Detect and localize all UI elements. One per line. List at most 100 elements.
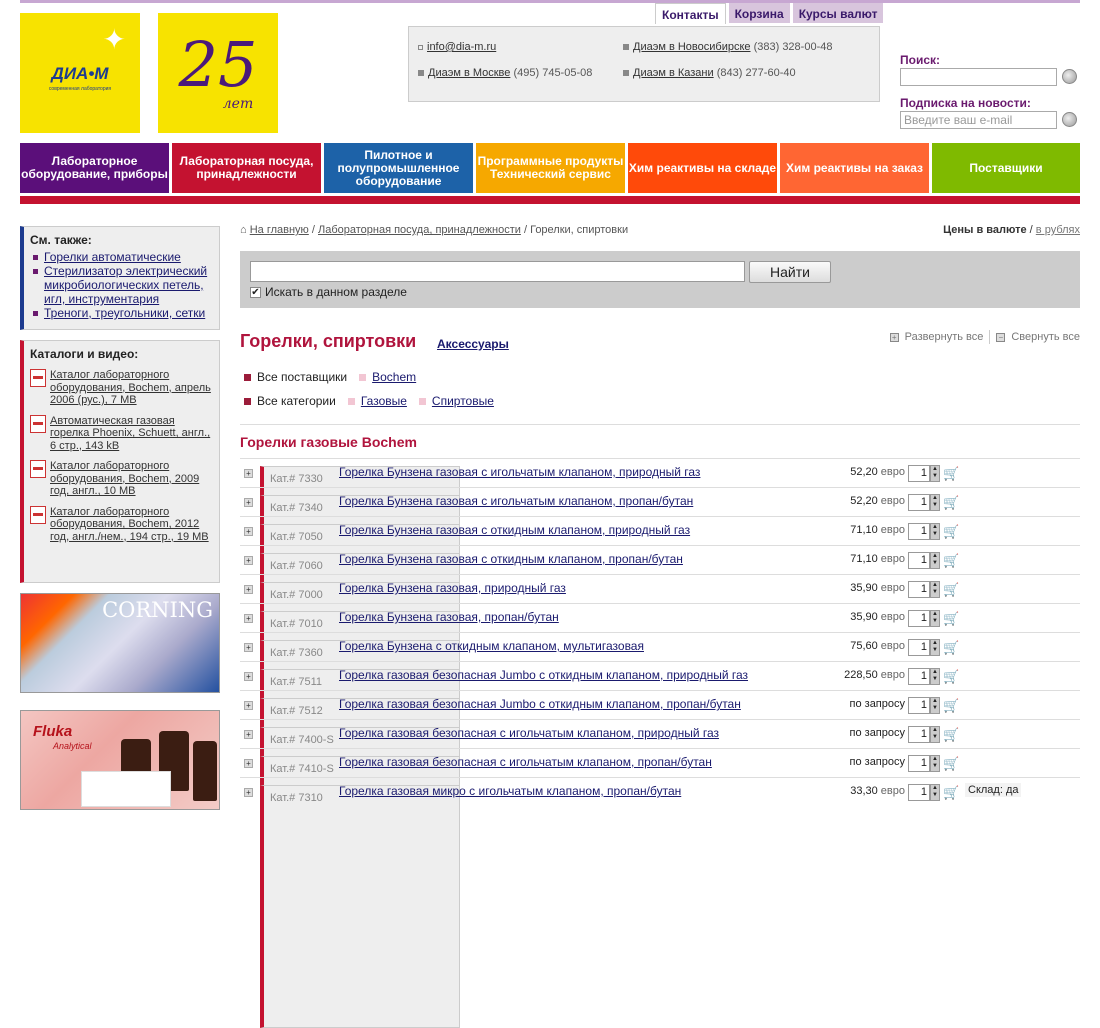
product-link[interactable]: Горелка газовая безопасная Jumbo с откид… bbox=[339, 668, 748, 682]
tab-cart[interactable]: Корзина bbox=[728, 3, 790, 23]
quantity-stepper[interactable]: ▲ ▼ bbox=[930, 552, 940, 569]
add-to-cart-icon[interactable]: 🛒 bbox=[943, 756, 959, 772]
quantity-stepper[interactable]: ▲ ▼ bbox=[930, 697, 940, 714]
quantity-input[interactable]: 1 bbox=[908, 523, 930, 540]
add-to-cart-icon[interactable]: 🛒 bbox=[943, 553, 959, 569]
tab-contacts[interactable]: Контакты bbox=[655, 3, 726, 24]
quantity-stepper[interactable]: ▲ ▼ bbox=[930, 726, 940, 743]
nav-reagents-stock[interactable]: Хим реактивы на складе bbox=[628, 143, 777, 193]
filter-supplier-bochem[interactable]: Bochem bbox=[372, 370, 416, 384]
see-also-link[interactable]: Горелки автоматические bbox=[44, 250, 181, 264]
email-link[interactable]: info@dia-m.ru bbox=[427, 41, 496, 53]
expand-row-icon[interactable]: + bbox=[244, 556, 253, 565]
quantity-stepper[interactable]: ▲ ▼ bbox=[930, 784, 940, 801]
search-input[interactable] bbox=[900, 68, 1057, 86]
quantity-stepper[interactable]: ▲ ▼ bbox=[930, 465, 940, 482]
expand-row-icon[interactable]: + bbox=[244, 672, 253, 681]
quantity-input[interactable]: 1 bbox=[908, 552, 930, 569]
product-link[interactable]: Горелка газовая безопасная с игольчатым … bbox=[339, 726, 719, 740]
corning-banner[interactable]: CORNING bbox=[20, 593, 220, 693]
filter-cat-spirit[interactable]: Спиртовые bbox=[432, 394, 494, 408]
nav-suppliers[interactable]: Поставщики bbox=[932, 143, 1080, 193]
expand-row-icon[interactable]: + bbox=[244, 643, 253, 652]
quantity-input[interactable]: 1 bbox=[908, 465, 930, 482]
checkbox-checked-icon[interactable]: ✔ bbox=[250, 286, 261, 298]
quantity-stepper[interactable]: ▲ ▼ bbox=[930, 523, 940, 540]
expand-row-icon[interactable]: + bbox=[244, 730, 253, 739]
product-link[interactable]: Горелка газовая безопасная с игольчатым … bbox=[339, 755, 712, 769]
catalog-link[interactable]: Каталог лабораторного оборудования, Boch… bbox=[50, 460, 213, 498]
expand-row-icon[interactable]: + bbox=[244, 701, 253, 710]
search-go-icon[interactable] bbox=[1062, 69, 1077, 84]
quantity-input[interactable]: 1 bbox=[908, 494, 930, 511]
find-button[interactable]: Найти bbox=[749, 261, 831, 283]
quantity-stepper[interactable]: ▲ ▼ bbox=[930, 610, 940, 627]
product-link[interactable]: Горелка Бунзена с откидным клапаном, мул… bbox=[339, 639, 644, 653]
product-link[interactable]: Горелка Бунзена газовая с игольчатым кла… bbox=[339, 465, 700, 479]
product-link[interactable]: Горелка газовая безопасная Jumbo с откид… bbox=[339, 697, 741, 711]
breadcrumb-home[interactable]: На главную bbox=[250, 224, 309, 236]
breadcrumb-section[interactable]: Лабораторная посуда, принадлежности bbox=[318, 224, 521, 236]
quantity-input[interactable]: 1 bbox=[908, 784, 930, 801]
product-link[interactable]: Горелка Бунзена газовая, природный газ bbox=[339, 581, 566, 595]
rub-link[interactable]: в рублях bbox=[1036, 224, 1080, 236]
product-link[interactable]: Горелка Бунзена газовая с откидным клапа… bbox=[339, 552, 683, 566]
quantity-stepper[interactable]: ▲ ▼ bbox=[930, 494, 940, 511]
moscow-link[interactable]: Диаэм в Москве bbox=[428, 67, 510, 79]
product-link[interactable]: Горелка Бунзена газовая, пропан/бутан bbox=[339, 610, 559, 624]
fluka-banner[interactable]: Fluka Analytical bbox=[20, 710, 220, 810]
quantity-input[interactable]: 1 bbox=[908, 581, 930, 598]
catalog-link[interactable]: Автоматическая газовая горелка Phoenix, … bbox=[50, 415, 213, 453]
quantity-input[interactable]: 1 bbox=[908, 668, 930, 685]
expand-row-icon[interactable]: + bbox=[244, 498, 253, 507]
expand-row-icon[interactable]: + bbox=[244, 614, 253, 623]
quantity-input[interactable]: 1 bbox=[908, 639, 930, 656]
catalog-link[interactable]: Каталог лабораторного оборудования, Boch… bbox=[50, 369, 213, 407]
see-also-link[interactable]: Стерилизатор электрический микробиологич… bbox=[44, 264, 207, 306]
search-in-section[interactable]: ✔ Искать в данном разделе bbox=[250, 285, 407, 299]
quantity-stepper[interactable]: ▲ ▼ bbox=[930, 755, 940, 772]
nav-reagents-order[interactable]: Хим реактивы на заказ bbox=[780, 143, 929, 193]
nav-lab-glassware[interactable]: Лабораторная посуда, принадлежности bbox=[172, 143, 321, 193]
add-to-cart-icon[interactable]: 🛒 bbox=[943, 611, 959, 627]
filter-all-suppliers[interactable]: Все поставщики bbox=[257, 370, 347, 384]
novosibirsk-link[interactable]: Диаэм в Новосибирске bbox=[633, 41, 751, 53]
quantity-stepper[interactable]: ▲ ▼ bbox=[930, 581, 940, 598]
kazan-link[interactable]: Диаэм в Казани bbox=[633, 67, 714, 79]
accessories-link[interactable]: Аксессуары bbox=[437, 337, 509, 351]
expand-all[interactable]: Развернуть все bbox=[905, 331, 984, 343]
add-to-cart-icon[interactable]: 🛒 bbox=[943, 640, 959, 656]
expand-row-icon[interactable]: + bbox=[244, 585, 253, 594]
expand-row-icon[interactable]: + bbox=[244, 527, 253, 536]
quantity-stepper[interactable]: ▲ ▼ bbox=[930, 639, 940, 656]
product-link[interactable]: Горелка Бунзена газовая с игольчатым кла… bbox=[339, 494, 693, 508]
quantity-input[interactable]: 1 bbox=[908, 726, 930, 743]
add-to-cart-icon[interactable]: 🛒 bbox=[943, 524, 959, 540]
quantity-input[interactable]: 1 bbox=[908, 610, 930, 627]
add-to-cart-icon[interactable]: 🛒 bbox=[943, 466, 959, 482]
quantity-stepper[interactable]: ▲ ▼ bbox=[930, 668, 940, 685]
expand-row-icon[interactable]: + bbox=[244, 788, 253, 797]
add-to-cart-icon[interactable]: 🛒 bbox=[943, 669, 959, 685]
quantity-input[interactable]: 1 bbox=[908, 697, 930, 714]
section-search-input[interactable] bbox=[250, 261, 745, 282]
subscribe-email-input[interactable]: Введите ваш e-mail bbox=[900, 111, 1057, 129]
expand-row-icon[interactable]: + bbox=[244, 469, 253, 478]
expand-row-icon[interactable]: + bbox=[244, 759, 253, 768]
collapse-all[interactable]: Свернуть все bbox=[1011, 331, 1080, 343]
catalog-link[interactable]: Каталог лабораторного оборудования, Boch… bbox=[50, 506, 213, 544]
add-to-cart-icon[interactable]: 🛒 bbox=[943, 727, 959, 743]
nav-lab-equipment[interactable]: Лабораторное оборудование, приборы bbox=[20, 143, 169, 193]
tab-currency-rates[interactable]: Курсы валют bbox=[792, 3, 884, 23]
filter-all-categories[interactable]: Все категории bbox=[257, 394, 336, 408]
add-to-cart-icon[interactable]: 🛒 bbox=[943, 698, 959, 714]
see-also-link[interactable]: Треноги, треугольники, сетки bbox=[44, 306, 205, 320]
nav-pilot-equipment[interactable]: Пилотное и полупромышленное оборудование bbox=[324, 143, 473, 193]
subscribe-go-icon[interactable] bbox=[1062, 112, 1077, 127]
add-to-cart-icon[interactable]: 🛒 bbox=[943, 495, 959, 511]
product-link[interactable]: Горелка Бунзена газовая с откидным клапа… bbox=[339, 523, 690, 537]
add-to-cart-icon[interactable]: 🛒 bbox=[943, 785, 959, 801]
nav-software-service[interactable]: Программные продукты Технический сервис bbox=[476, 143, 625, 193]
quantity-input[interactable]: 1 bbox=[908, 755, 930, 772]
product-link[interactable]: Горелка газовая микро с игольчатым клапа… bbox=[339, 784, 681, 798]
